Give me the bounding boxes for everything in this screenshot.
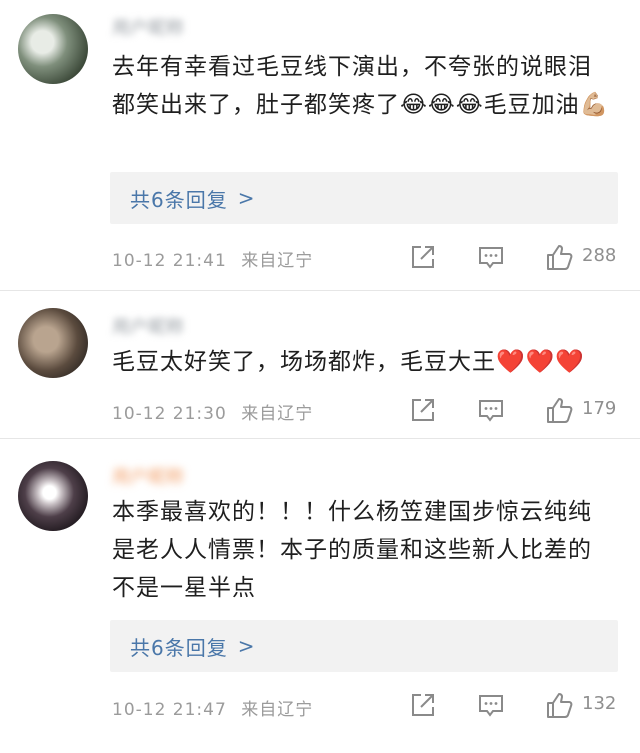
- comment-text: 去年有幸看过毛豆线下演出，不夸张的说眼泪都笑出来了，肚子都笑疼了😂😂😂毛豆加油💪…: [112, 54, 610, 118]
- username[interactable]: 用户昵称: [112, 14, 184, 40]
- comment-item: 用户昵称 去年有幸看过毛豆线下演出，不夸张的说眼泪都笑出来了，肚子都笑疼了😂😂😂…: [0, 0, 640, 290]
- chevron-right-icon: >: [237, 634, 255, 658]
- comment-icon[interactable]: [476, 395, 506, 425]
- view-replies-link[interactable]: 共6条回复: [130, 184, 228, 213]
- comment-meta: 10-12 21:30 来自辽宁: [112, 399, 313, 424]
- timestamp: 10-12 21:41: [112, 251, 227, 271]
- action-bar: 288: [408, 242, 628, 272]
- comment-meta: 10-12 21:47 来自辽宁: [112, 695, 313, 720]
- view-replies-link[interactable]: 共6条回复: [130, 632, 228, 661]
- comment-text: 本季最喜欢的！！！什么杨笠建国步惊云纯纯是老人人情票！本子的质量和这些新人比差的…: [112, 499, 592, 601]
- avatar[interactable]: [18, 14, 88, 84]
- reply-box[interactable]: 共6条回复 >: [110, 620, 618, 672]
- like-icon[interactable]: [544, 395, 574, 425]
- action-bar: 132: [408, 690, 628, 720]
- username[interactable]: 用户昵称: [112, 463, 184, 489]
- comment-icon[interactable]: [476, 242, 506, 272]
- location: 来自辽宁: [241, 251, 314, 271]
- share-icon[interactable]: [408, 242, 438, 272]
- avatar[interactable]: [18, 461, 88, 531]
- like-icon[interactable]: [544, 690, 574, 720]
- action-bar: 179: [408, 395, 628, 425]
- reply-box[interactable]: 共6条回复 >: [110, 172, 618, 224]
- timestamp: 10-12 21:47: [112, 700, 227, 720]
- comment-item: 用户昵称 毛豆太好笑了，场场都炸，毛豆大王❤️❤️❤️ 10-12 21:30 …: [0, 291, 640, 438]
- comment-meta: 10-12 21:41 来自辽宁: [112, 246, 313, 271]
- username[interactable]: 用户昵称: [112, 313, 184, 339]
- location: 来自辽宁: [241, 404, 314, 424]
- like-count: 132: [582, 693, 617, 714]
- share-icon[interactable]: [408, 690, 438, 720]
- avatar[interactable]: [18, 308, 88, 378]
- location: 来自辽宁: [241, 700, 314, 720]
- timestamp: 10-12 21:30: [112, 404, 227, 424]
- like-count: 179: [582, 398, 617, 419]
- comment-text: 毛豆太好笑了，场场都炸，毛豆大王❤️❤️❤️: [112, 349, 585, 375]
- comment-icon[interactable]: [476, 690, 506, 720]
- share-icon[interactable]: [408, 395, 438, 425]
- like-icon[interactable]: [544, 242, 574, 272]
- chevron-right-icon: >: [237, 186, 255, 210]
- like-count: 288: [582, 245, 617, 266]
- comment-item: 用户昵称 本季最喜欢的！！！什么杨笠建国步惊云纯纯是老人人情票！本子的质量和这些…: [0, 439, 640, 753]
